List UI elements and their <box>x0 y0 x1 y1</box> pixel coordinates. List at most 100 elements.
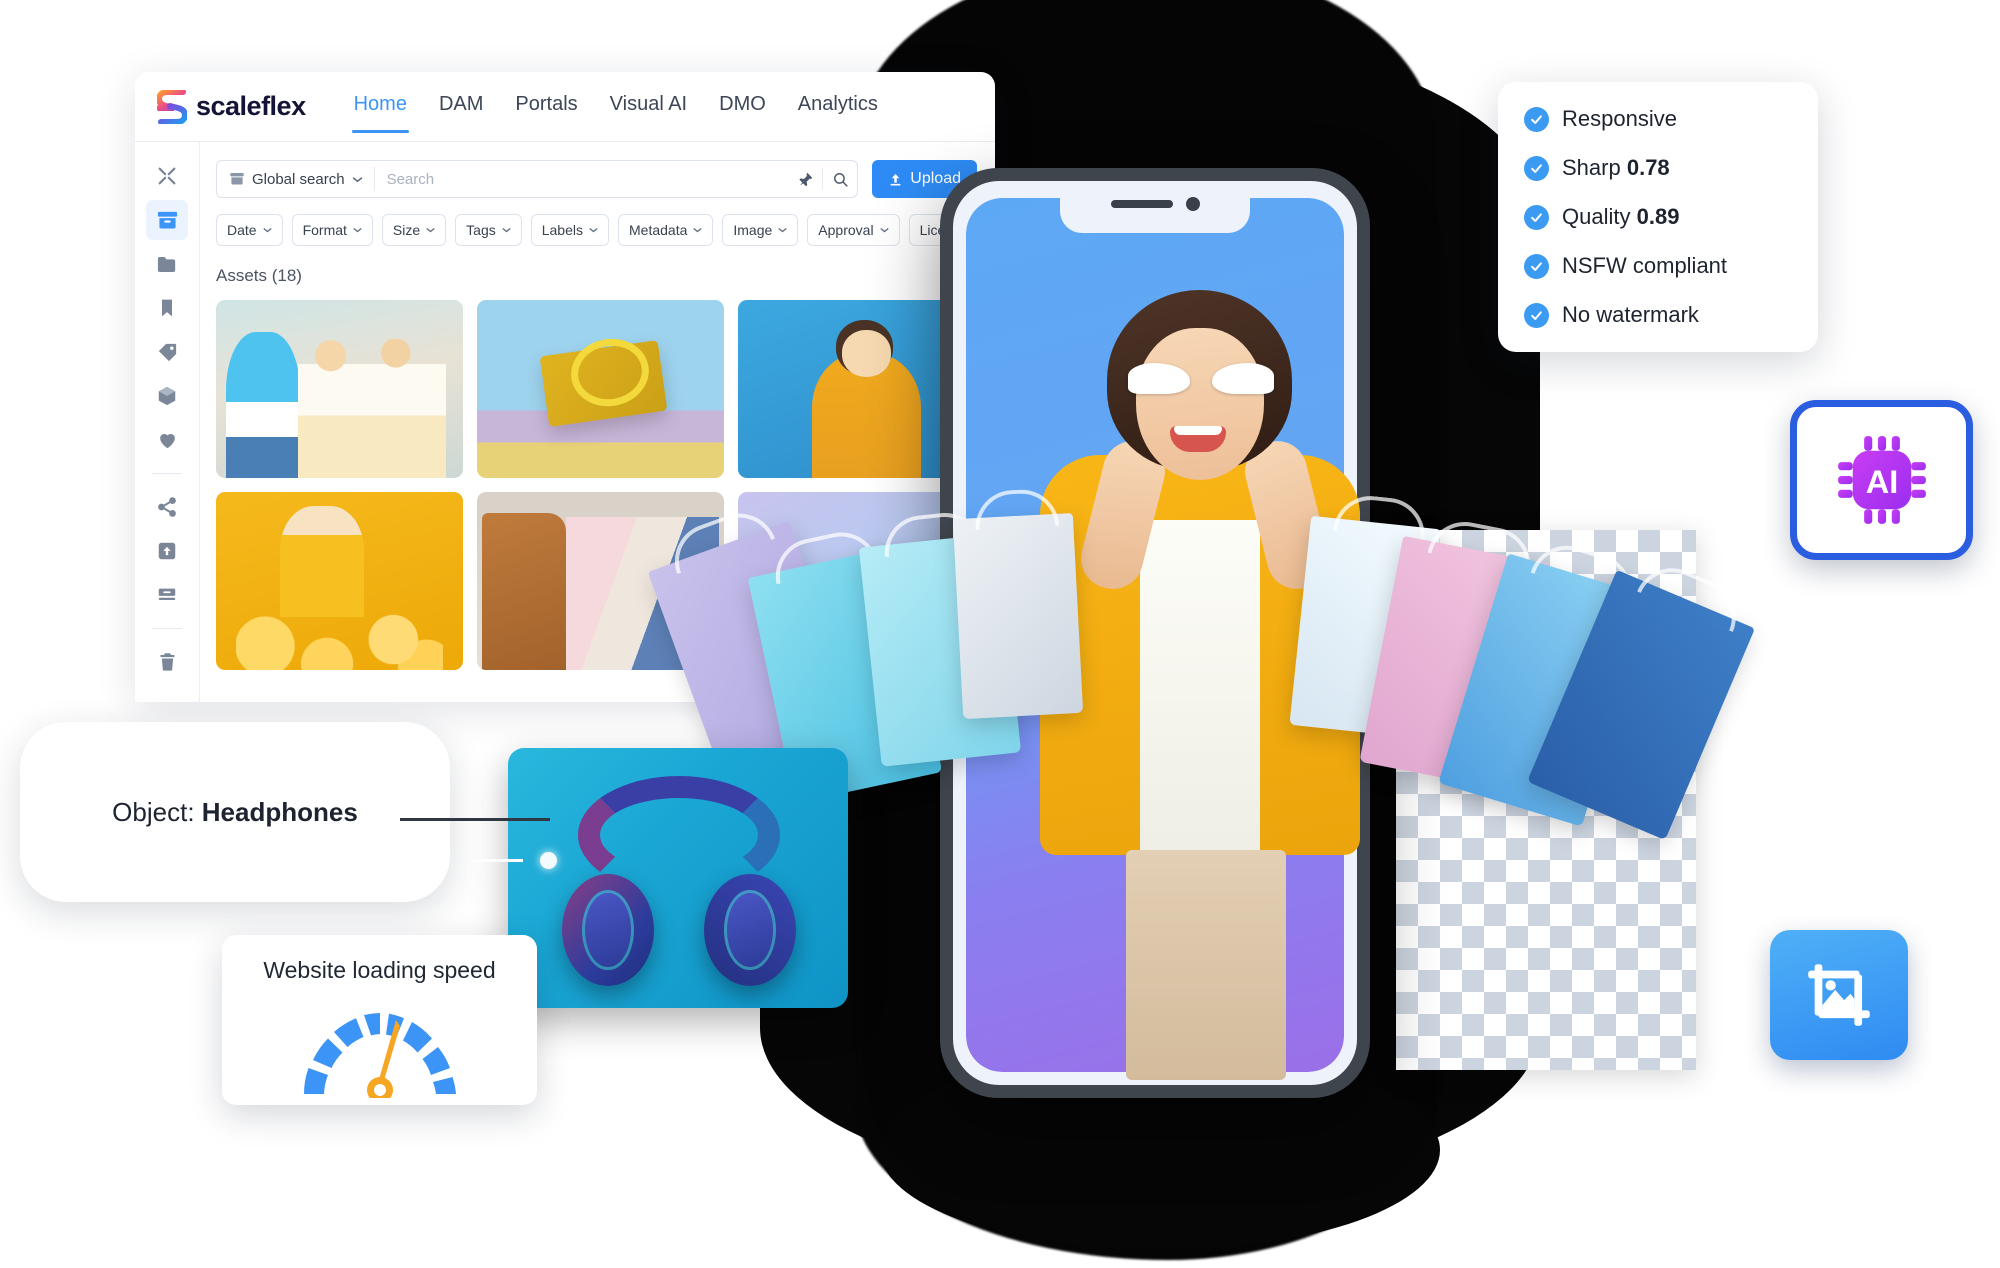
asset-thumbnail[interactable] <box>216 300 463 478</box>
shopping-bag <box>952 512 1084 720</box>
filter-label: Approval <box>818 222 874 238</box>
chevron-down-icon <box>353 228 362 233</box>
nav-item-dam[interactable]: DAM <box>439 93 483 121</box>
upload-arrow-icon <box>890 173 901 185</box>
cube-icon <box>158 386 176 406</box>
badge-label-sharp: Sharp 0.78 <box>1562 155 1670 181</box>
search-scope-selector[interactable]: Global search <box>217 167 375 191</box>
headphone-earcup-right <box>704 874 796 986</box>
callout-leader-line <box>400 818 550 821</box>
upload-box-icon <box>158 542 176 560</box>
smile <box>1170 426 1226 452</box>
badge-value: 0.89 <box>1636 204 1680 229</box>
sidebar-item-tags[interactable] <box>146 332 188 372</box>
sidebar-item-shuffle[interactable] <box>146 156 188 196</box>
ai-feature-card[interactable]: AI <box>1790 400 1973 560</box>
bookmark-icon <box>162 299 172 317</box>
nav-item-analytics[interactable]: Analytics <box>798 93 878 121</box>
chevron-down-icon <box>502 228 511 233</box>
filter-chip-approval[interactable]: Approval <box>807 214 900 246</box>
headphones-detection-card <box>508 748 848 1008</box>
archive-box-icon <box>230 173 244 185</box>
check-circle-icon <box>1524 204 1549 230</box>
phone-notch <box>1072 191 1238 216</box>
sunglass-lens-left <box>1128 363 1190 394</box>
ai-chip-label: AI <box>1865 464 1898 500</box>
pin-search-button[interactable] <box>788 171 822 188</box>
chevron-down-icon <box>589 228 598 233</box>
filter-chip-labels[interactable]: Labels <box>530 214 609 246</box>
filter-label: Metadata <box>629 222 688 238</box>
chevron-down-icon <box>262 228 272 233</box>
folder-icon <box>157 256 175 272</box>
speedometer-icon <box>303 1013 456 1098</box>
archive-stack-icon <box>158 588 176 600</box>
sidebar-item-favorites[interactable] <box>146 420 188 460</box>
asset-thumbnail[interactable] <box>477 300 724 478</box>
sidebar-item-products[interactable] <box>146 376 188 416</box>
search-row: Global search Search Upload <box>216 160 995 198</box>
filter-chip-date[interactable]: Date <box>216 214 283 246</box>
front-camera-icon <box>1185 196 1200 211</box>
sidebar-rail <box>135 142 200 702</box>
loading-speed-title: Website loading speed <box>263 957 496 983</box>
nav-item-dmo[interactable]: DMO <box>719 93 766 121</box>
archive-box-icon <box>157 211 177 228</box>
badge-label: Responsive <box>1562 106 1677 131</box>
filter-chip-size[interactable]: Size <box>381 214 447 246</box>
speaker-bar-icon <box>1110 199 1173 208</box>
filter-chip-format[interactable]: Format <box>291 214 373 246</box>
asset-thumbnail[interactable] <box>216 492 463 670</box>
chevron-down-icon <box>426 228 435 233</box>
brand-logo[interactable]: scaleflex <box>157 89 306 124</box>
white-sunglasses <box>1128 363 1274 395</box>
badge-row: Quality 0.89 <box>1524 204 1792 230</box>
sidebar-item-archive[interactable] <box>146 575 188 615</box>
upload-button-label: Upload <box>910 170 961 187</box>
badge-label: Sharp <box>1562 155 1621 180</box>
object-label-callout: Object: Headphones <box>20 722 450 902</box>
filter-label: Image <box>733 222 773 238</box>
filter-chip-metadata[interactable]: Metadata <box>618 214 714 246</box>
quality-checklist-card: Responsive Sharp 0.78 Quality 0.89 NSFW … <box>1498 82 1818 352</box>
pin-icon <box>799 172 813 186</box>
filter-label: Format <box>302 222 347 238</box>
main-nav: Home DAM Portals Visual AI DMO Analytics <box>351 93 878 133</box>
badge-row: NSFW compliant <box>1524 253 1792 279</box>
check-circle-icon <box>1524 253 1549 279</box>
badge-value: 0.78 <box>1626 155 1670 180</box>
object-label-prefix: Object: <box>112 796 195 827</box>
face <box>1136 328 1264 480</box>
shopper-photo-cutout <box>647 290 1780 1080</box>
search-submit-button[interactable] <box>823 171 857 188</box>
search-icon <box>833 172 848 187</box>
nav-item-home[interactable]: Home <box>351 93 410 133</box>
filter-chip-tags[interactable]: Tags <box>455 214 522 246</box>
badge-label-quality: Quality 0.89 <box>1562 204 1679 230</box>
heart-icon <box>159 434 175 449</box>
detection-point-icon <box>540 852 557 869</box>
sidebar-item-bookmarks[interactable] <box>146 288 188 328</box>
image-crop-feature-card[interactable] <box>1770 930 1908 1060</box>
sidebar-item-uploads[interactable] <box>146 531 188 571</box>
badge-label: Quality <box>1562 204 1631 229</box>
sidebar-item-folders[interactable] <box>146 244 188 284</box>
shuffle-icon <box>158 167 176 185</box>
nav-item-portals[interactable]: Portals <box>515 93 577 121</box>
filter-label: Labels <box>541 222 583 238</box>
chevron-down-icon <box>352 176 362 182</box>
filter-label: Tags <box>466 222 496 238</box>
sidebar-item-trash[interactable] <box>146 642 188 682</box>
search-scope-label: Global search <box>252 170 345 188</box>
badge-row: Responsive <box>1524 106 1792 132</box>
headphone-earcup-left <box>562 874 654 986</box>
nav-item-visual-ai[interactable]: Visual AI <box>610 93 687 121</box>
sidebar-item-share[interactable] <box>146 487 188 527</box>
ai-chip-icon: AI <box>1837 436 1926 524</box>
filter-chip-image[interactable]: Image <box>722 214 799 246</box>
sidebar-item-assets[interactable] <box>146 200 188 240</box>
search-input[interactable] <box>374 170 789 188</box>
badge-label: NSFW compliant <box>1562 253 1728 278</box>
check-circle-icon <box>1524 106 1549 132</box>
badge-row: Sharp 0.78 <box>1524 155 1792 181</box>
